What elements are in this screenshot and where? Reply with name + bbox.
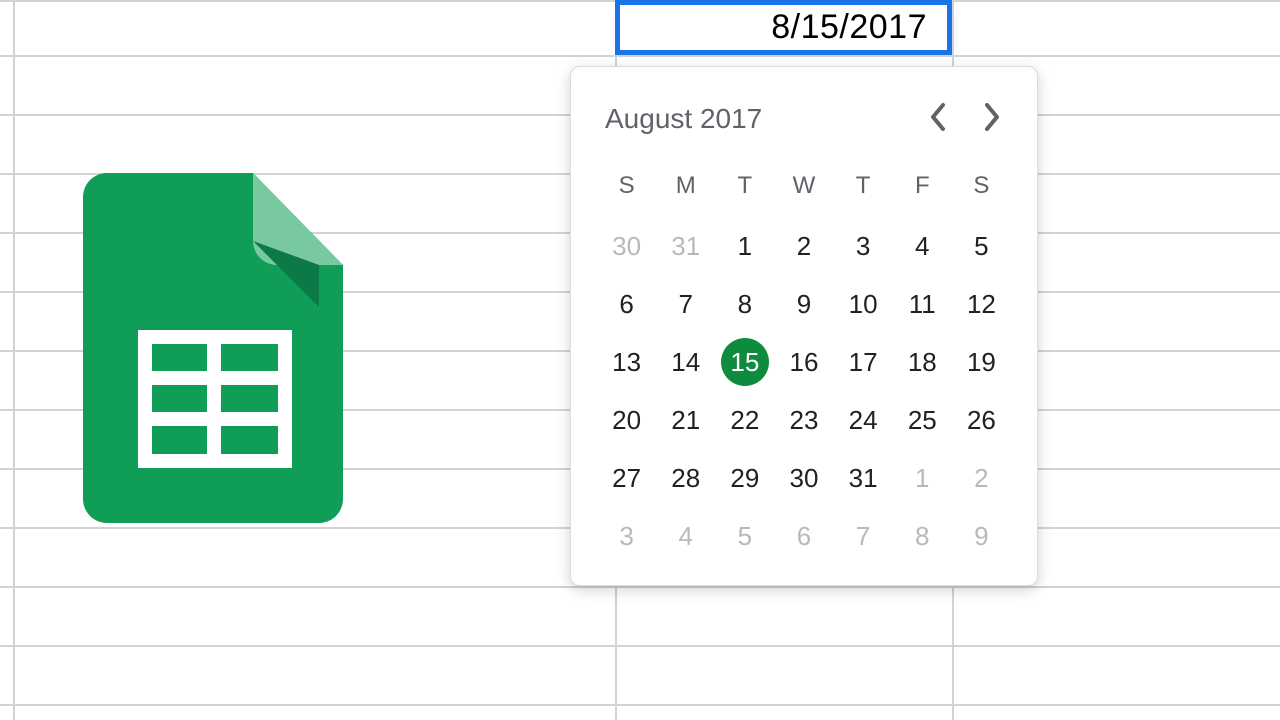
weekday-header: T xyxy=(834,165,893,207)
calendar-day[interactable]: 4 xyxy=(893,217,952,275)
calendar-week-row: 303112345 xyxy=(597,217,1011,275)
calendar-day[interactable]: 6 xyxy=(774,507,833,565)
active-cell[interactable]: 8/15/2017 xyxy=(615,0,952,55)
calendar-day[interactable]: 20 xyxy=(597,391,656,449)
calendar-day[interactable]: 13 xyxy=(597,333,656,391)
calendar-day[interactable]: 9 xyxy=(952,507,1011,565)
calendar-day[interactable]: 8 xyxy=(893,507,952,565)
calendar-day[interactable]: 29 xyxy=(715,449,774,507)
calendar-day[interactable]: 1 xyxy=(715,217,774,275)
weekday-header: F xyxy=(893,165,952,207)
calendar-grid: 3031123456789101112131415161718192021222… xyxy=(597,217,1011,565)
calendar-day[interactable]: 1 xyxy=(893,449,952,507)
weekday-header: M xyxy=(656,165,715,207)
calendar-day[interactable]: 31 xyxy=(656,217,715,275)
next-month-button[interactable] xyxy=(979,99,1005,139)
weekday-header: W xyxy=(774,165,833,207)
calendar-day[interactable]: 12 xyxy=(952,275,1011,333)
calendar-day[interactable]: 25 xyxy=(893,391,952,449)
calendar-day[interactable]: 27 xyxy=(597,449,656,507)
calendar-day[interactable]: 28 xyxy=(656,449,715,507)
calendar-day[interactable]: 21 xyxy=(656,391,715,449)
calendar-day[interactable]: 2 xyxy=(774,217,833,275)
calendar-day[interactable]: 3 xyxy=(597,507,656,565)
active-cell-value: 8/15/2017 xyxy=(771,8,927,47)
calendar-day[interactable]: 30 xyxy=(597,217,656,275)
calendar-day[interactable]: 22 xyxy=(715,391,774,449)
calendar-day[interactable]: 19 xyxy=(952,333,1011,391)
calendar-day[interactable]: 3 xyxy=(834,217,893,275)
calendar-day[interactable]: 4 xyxy=(656,507,715,565)
date-picker-header: August 2017 xyxy=(605,99,1005,139)
calendar-day[interactable]: 23 xyxy=(774,391,833,449)
calendar-week-row: 6789101112 xyxy=(597,275,1011,333)
date-picker: August 2017 S M T W T F S 30311234567891… xyxy=(570,66,1038,586)
calendar-day[interactable]: 17 xyxy=(834,333,893,391)
weekday-header: S xyxy=(952,165,1011,207)
calendar-week-row: 13141516171819 xyxy=(597,333,1011,391)
weekday-header: T xyxy=(715,165,774,207)
weekday-header: S xyxy=(597,165,656,207)
weekday-header-row: S M T W T F S xyxy=(597,165,1011,207)
calendar-day[interactable]: 26 xyxy=(952,391,1011,449)
calendar-day[interactable]: 14 xyxy=(656,333,715,391)
calendar-week-row: 20212223242526 xyxy=(597,391,1011,449)
calendar-week-row: 3456789 xyxy=(597,507,1011,565)
month-year-label: August 2017 xyxy=(605,103,762,135)
prev-month-button[interactable] xyxy=(925,99,951,139)
calendar-day[interactable]: 8 xyxy=(715,275,774,333)
google-sheets-icon xyxy=(82,173,344,523)
calendar-day[interactable]: 11 xyxy=(893,275,952,333)
calendar-day[interactable]: 5 xyxy=(715,507,774,565)
calendar-day[interactable]: 18 xyxy=(893,333,952,391)
calendar-day[interactable]: 31 xyxy=(834,449,893,507)
calendar-week-row: 272829303112 xyxy=(597,449,1011,507)
calendar-day[interactable]: 15 xyxy=(715,333,774,391)
calendar-day[interactable]: 6 xyxy=(597,275,656,333)
calendar-day[interactable]: 10 xyxy=(834,275,893,333)
calendar-day[interactable]: 9 xyxy=(774,275,833,333)
calendar-day[interactable]: 5 xyxy=(952,217,1011,275)
calendar-day[interactable]: 24 xyxy=(834,391,893,449)
calendar-day[interactable]: 2 xyxy=(952,449,1011,507)
calendar-day[interactable]: 30 xyxy=(774,449,833,507)
calendar-day[interactable]: 7 xyxy=(834,507,893,565)
calendar-day[interactable]: 16 xyxy=(774,333,833,391)
calendar-day[interactable]: 7 xyxy=(656,275,715,333)
